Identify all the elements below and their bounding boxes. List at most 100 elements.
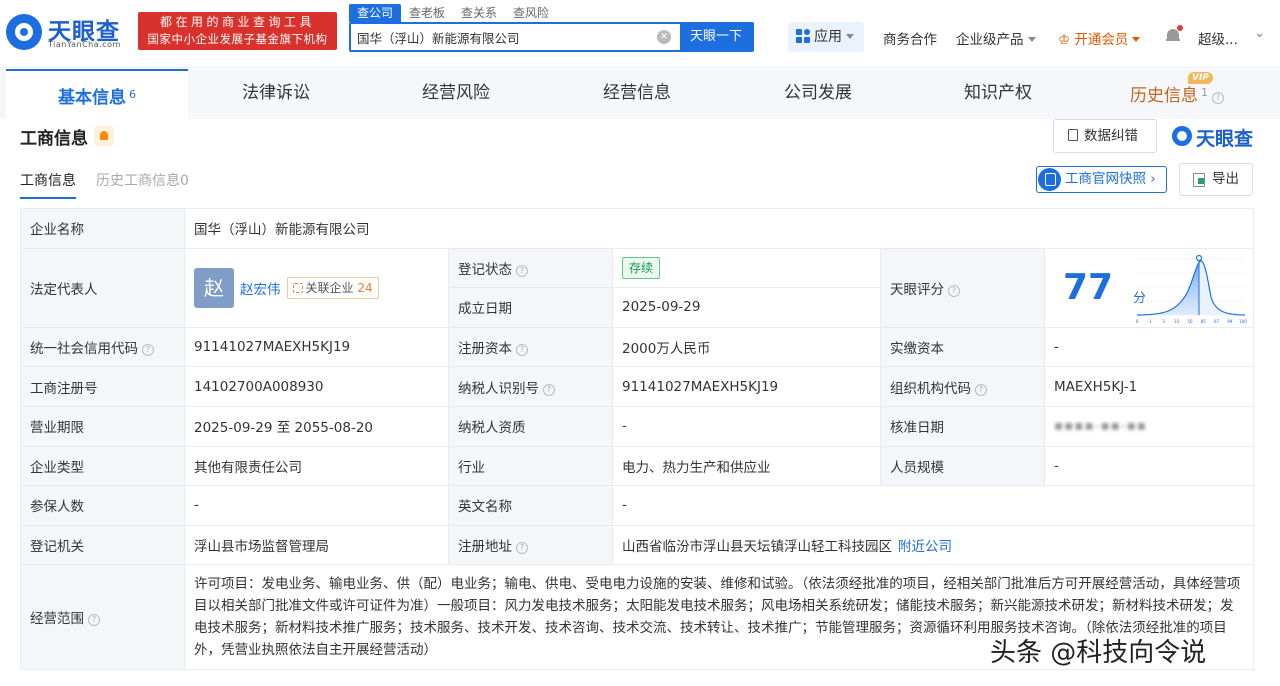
legal-rep-link[interactable]: 赵宏伟 bbox=[240, 282, 281, 298]
approval-value: ▪▪▪▪-▪▪-▪▪ bbox=[1043, 405, 1255, 447]
help-icon[interactable]: ? bbox=[543, 383, 555, 396]
related-companies-tag[interactable]: 关联企业 24 bbox=[286, 276, 379, 299]
subtab-business-info[interactable]: 工商信息 bbox=[20, 170, 76, 199]
credit-code-value: 91141027MAEXH5KJ19 bbox=[184, 326, 449, 368]
help-icon[interactable]: ? bbox=[142, 344, 154, 357]
chart-tick-label: 85 bbox=[1201, 319, 1207, 324]
reg-capital-label: 注册资本? bbox=[448, 326, 613, 368]
tab-operation[interactable]: 经营信息 bbox=[603, 69, 671, 119]
chart-tick-label: 100 bbox=[1239, 319, 1247, 324]
brand-eye-icon bbox=[1172, 126, 1192, 146]
business-info-table: 企业名称 国华（浮山）新能源有限公司 法定代表人 赵赵宏伟 关联企业 24 登记状… bbox=[20, 208, 1255, 671]
chart-tick-label: 50 bbox=[1187, 319, 1193, 324]
org-code-label: 组织机构代码? bbox=[880, 366, 1045, 407]
official-snapshot-button[interactable]: 工商官网快照 › bbox=[1036, 166, 1167, 193]
subtab-history-business-info[interactable]: 历史工商信息0 bbox=[96, 170, 189, 190]
help-icon[interactable]: ? bbox=[1212, 92, 1224, 104]
approval-label: 核准日期 bbox=[880, 405, 1045, 447]
logo-subtitle: TianYanCha.com bbox=[48, 40, 121, 49]
help-icon[interactable]: ? bbox=[975, 383, 987, 396]
tab-ip[interactable]: 知识产权 bbox=[964, 69, 1032, 119]
user-menu[interactable]: 超级... bbox=[1198, 28, 1238, 48]
table-row: 统一社会信用代码? 91141027MAEXH5KJ19 注册资本? 2000万… bbox=[20, 326, 1255, 368]
tab-legal[interactable]: 法律诉讼 bbox=[242, 69, 310, 119]
table-row: 工商注册号 14102700A008930 纳税人识别号? 91141027MA… bbox=[20, 366, 1255, 407]
scope-label: 经营范围? bbox=[20, 564, 185, 671]
monitor-bell-icon[interactable] bbox=[94, 126, 114, 146]
score-label: 天眼评分? bbox=[880, 247, 1045, 328]
reg-no-value: 14102700A008930 bbox=[184, 366, 449, 407]
score-value: 77 bbox=[1063, 266, 1114, 308]
enterprise-products-menu[interactable]: 企业级产品 bbox=[956, 28, 1036, 48]
legal-rep-cell: 赵赵宏伟 关联企业 24 bbox=[184, 247, 449, 328]
apps-label: 应用 bbox=[814, 29, 842, 45]
tax-id-label: 纳税人识别号? bbox=[448, 366, 613, 407]
tab-development[interactable]: 公司发展 bbox=[784, 69, 852, 119]
help-icon[interactable]: ? bbox=[516, 344, 528, 357]
industry-value: 电力、热力生产和供应业 bbox=[612, 445, 881, 487]
snapshot-label: 工商官网快照 bbox=[1065, 171, 1146, 187]
nearby-companies-link[interactable]: 附近公司 bbox=[898, 539, 952, 555]
chevron-down-icon[interactable]: ⌄ bbox=[1254, 25, 1265, 41]
notification-dot bbox=[1177, 25, 1183, 31]
main-tabs: 基本信息 6 法律诉讼 经营风险 经营信息 公司发展 知识产权 历史信息 1? bbox=[0, 69, 1280, 119]
export-button[interactable]: 导出 bbox=[1179, 163, 1253, 196]
tax-qual-value: - bbox=[612, 405, 881, 447]
chart-tick-label: 99 bbox=[1227, 319, 1233, 324]
search-tab-boss[interactable]: 查老板 bbox=[401, 4, 453, 22]
search-tab-company[interactable]: 查公司 bbox=[349, 4, 402, 22]
data-correction-button[interactable]: 数据纠错 bbox=[1053, 119, 1157, 153]
search-button[interactable]: 天眼一下 bbox=[680, 24, 752, 50]
tab-basic-info-label: 基本信息 bbox=[58, 88, 126, 108]
tianyancha-logo[interactable]: 天眼查 TianYanCha.com bbox=[6, 12, 134, 54]
score-distribution-chart: 0 1 3 15 50 85 97 99 100 bbox=[1136, 254, 1247, 324]
tax-id-value: 91141027MAEXH5KJ19 bbox=[612, 366, 881, 407]
tab-basic-info[interactable]: 基本信息 6 bbox=[6, 69, 188, 119]
company-name-value: 国华（浮山）新能源有限公司 bbox=[183, 208, 1255, 249]
founded-value: 2025-09-29 bbox=[612, 287, 881, 328]
help-icon[interactable]: ? bbox=[88, 614, 100, 627]
type-value: 其他有限责任公司 bbox=[184, 445, 449, 487]
address-label: 注册地址? bbox=[448, 524, 613, 566]
excel-icon bbox=[1193, 173, 1205, 187]
tab-risk[interactable]: 经营风险 bbox=[422, 69, 490, 119]
search-tab-relation[interactable]: 查关系 bbox=[453, 4, 505, 22]
chart-tick-label: 3 bbox=[1162, 319, 1165, 324]
english-value: - bbox=[611, 485, 1255, 526]
apps-menu-button[interactable]: 应用 bbox=[788, 22, 864, 52]
open-vip-menu[interactable]: ♔ 开通会员 bbox=[1058, 28, 1141, 48]
data-correction-label: 数据纠错 bbox=[1084, 128, 1138, 144]
snapshot-icon bbox=[1038, 168, 1061, 191]
chevron-down-icon bbox=[1027, 37, 1036, 42]
search-type-tabs: 查公司 查老板 查关系 查风险 bbox=[349, 4, 557, 22]
logo-eye-icon bbox=[6, 14, 42, 50]
company-name-label: 企业名称 bbox=[20, 208, 185, 249]
table-row: 营业期限 2025-09-29 至 2055-08-20 纳税人资质 - 核准日… bbox=[20, 405, 1255, 447]
org-code-value: MAEXH5KJ-1 bbox=[1043, 366, 1255, 407]
notification-bell-icon[interactable] bbox=[1166, 25, 1183, 43]
search-input[interactable] bbox=[357, 24, 647, 50]
score-cell[interactable]: 77 分 0 1 3 15 50 85 97 99 100 bbox=[1043, 247, 1255, 328]
tax-id-label-text: 纳税人识别号 bbox=[458, 380, 539, 397]
related-companies-count: 24 bbox=[357, 280, 373, 295]
help-icon[interactable]: ? bbox=[948, 284, 960, 297]
help-icon[interactable]: ? bbox=[516, 542, 528, 555]
term-value: 2025-09-29 至 2055-08-20 bbox=[184, 405, 449, 447]
industry-label: 行业 bbox=[448, 445, 613, 487]
open-vip-label: 开通会员 bbox=[1074, 32, 1129, 48]
slogan-line-2: 国家中小企业发展子基金旗下机构 bbox=[147, 32, 328, 46]
reg-status-label-text: 登记状态 bbox=[458, 261, 512, 278]
credit-code-label-text: 统一社会信用代码 bbox=[30, 341, 138, 358]
apps-grid-icon bbox=[796, 29, 810, 43]
org-code-label-text: 组织机构代码 bbox=[890, 380, 971, 397]
business-cooperation-link[interactable]: 商务合作 bbox=[883, 28, 937, 48]
clear-icon[interactable]: ✕ bbox=[657, 30, 671, 44]
chart-tick-labels: 0 1 3 15 50 85 97 99 100 bbox=[1136, 319, 1247, 324]
slogan-line-1: 都在用的商业查询工具 bbox=[159, 15, 315, 29]
table-row: 法定代表人 赵赵宏伟 关联企业 24 登记状态? 存续 天眼评分? 77 分 0… bbox=[20, 247, 1255, 328]
help-icon[interactable]: ? bbox=[516, 264, 528, 277]
type-label: 企业类型 bbox=[20, 445, 185, 487]
avatar[interactable]: 赵 bbox=[194, 267, 234, 308]
search-tab-risk[interactable]: 查风险 bbox=[505, 4, 557, 22]
score-marker-dot bbox=[1195, 254, 1203, 261]
